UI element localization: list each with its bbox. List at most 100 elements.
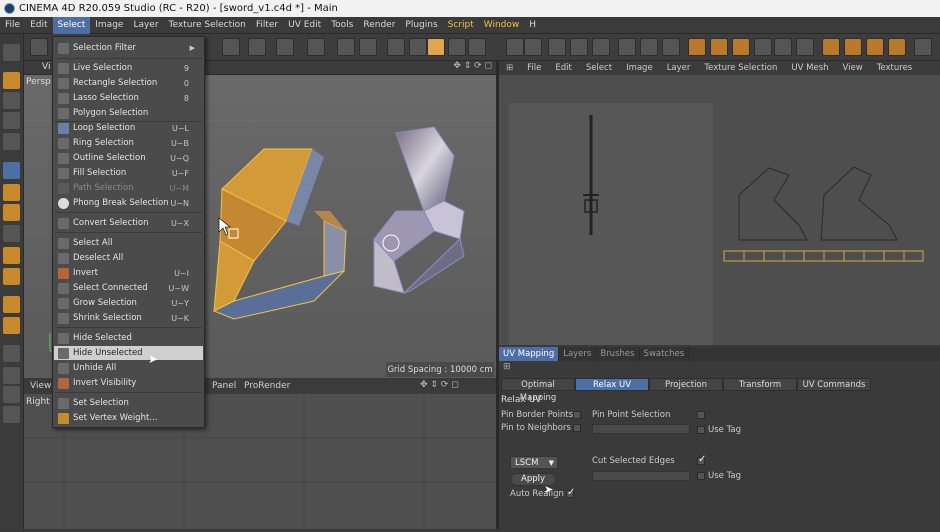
menu-item-polygon-selection[interactable]: Polygon Selection <box>54 106 203 120</box>
uv-transform-icon[interactable] <box>548 38 566 56</box>
model-mode-icon[interactable] <box>387 38 405 56</box>
subtab-relax-uv[interactable]: Relax UV <box>575 378 649 391</box>
align-center-icon[interactable] <box>710 38 728 56</box>
uv-grid-icon[interactable]: ⊞ <box>499 63 520 73</box>
panel-grid-icon[interactable]: ⊞ <box>503 362 511 372</box>
uv-polygon-icon[interactable] <box>448 38 466 56</box>
bottom-viewport-nav-icons[interactable]: ✥ ⇕ ⟳ ◻ <box>420 380 459 390</box>
viewport-nav-icons[interactable]: ✥ ⇕ ⟳ ◻ <box>453 61 492 71</box>
eyedropper-icon[interactable] <box>3 345 20 362</box>
menu-item-set-selection[interactable]: Set Selection <box>54 396 203 410</box>
menu-select[interactable]: Select <box>52 16 91 34</box>
menu-item-loop-selection[interactable]: Loop Selection U~L <box>54 121 203 135</box>
menu-item-lasso-selection[interactable]: Lasso Selection 8 <box>54 91 203 105</box>
subtab-uv-commands[interactable]: UV Commands <box>797 378 871 391</box>
uv-align-icon[interactable] <box>640 38 658 56</box>
live-select-icon[interactable] <box>3 112 20 129</box>
menu-script[interactable]: Script <box>443 17 479 34</box>
menu-item-select-connected[interactable]: Select Connected U~W <box>54 281 203 295</box>
tab-swatches[interactable]: Swatches <box>640 347 690 361</box>
smudge-icon[interactable] <box>3 268 20 285</box>
distribute-space-icon[interactable] <box>866 38 884 56</box>
uv-close-icon[interactable] <box>662 38 680 56</box>
pin-border-points-checkbox[interactable] <box>573 411 581 419</box>
use-tag-checkbox[interactable] <box>697 426 705 434</box>
menu-plugins[interactable]: Plugins <box>400 17 442 34</box>
menu-item-outline-selection[interactable]: Outline Selection U~Q <box>54 151 203 165</box>
box-select-icon[interactable] <box>3 92 20 109</box>
bottom-menu-panel[interactable]: Panel <box>212 381 236 391</box>
menu-item-convert-selection[interactable]: Convert Selection U~X <box>54 216 203 230</box>
checker-icon[interactable] <box>506 38 524 56</box>
gradient-icon[interactable] <box>3 225 20 242</box>
menu-item-fill-selection[interactable]: Fill Selection U~F <box>54 166 203 180</box>
menu-item-hide-selected[interactable]: Hide Selected <box>54 331 203 345</box>
add-object-icon[interactable] <box>3 72 20 89</box>
stack-icon[interactable] <box>888 38 906 56</box>
menu-image[interactable]: Image <box>90 17 128 34</box>
viewport-menu-view[interactable]: Vi <box>42 62 50 72</box>
snap-icon[interactable] <box>337 38 355 56</box>
magnet-icon[interactable] <box>3 367 20 384</box>
uv-menu-layer[interactable]: Layer <box>660 63 698 73</box>
uv-menu-uv-mesh[interactable]: UV Mesh <box>784 63 835 73</box>
text-icon[interactable] <box>3 296 20 313</box>
selection-filter-item[interactable]: Selection Filter ▶ <box>54 41 203 55</box>
uv-menu-file[interactable]: File <box>520 63 548 73</box>
uv-pack-icon[interactable] <box>914 38 932 56</box>
undo-icon[interactable] <box>30 38 48 56</box>
tab-layers[interactable]: Layers <box>559 347 597 361</box>
distribute-v-icon[interactable] <box>844 38 862 56</box>
star-icon[interactable] <box>3 317 20 334</box>
auto-realign-checkbox[interactable] <box>566 487 575 498</box>
uv-outline-shapes[interactable] <box>738 166 898 241</box>
align-right-icon[interactable] <box>732 38 750 56</box>
layer-tool-icon[interactable] <box>3 406 20 423</box>
render-3d-icon[interactable] <box>248 38 266 56</box>
eraser-icon[interactable] <box>3 204 20 221</box>
sword-uv-island[interactable] <box>583 115 599 235</box>
move-icon[interactable] <box>222 38 240 56</box>
uv-menu-edit[interactable]: Edit <box>548 63 578 73</box>
brush-icon[interactable] <box>3 162 20 179</box>
menu-item-phong-break-selection[interactable]: Phong Break Selection U~N <box>54 196 203 210</box>
uv-rotate-icon[interactable] <box>592 38 610 56</box>
pin-point-selection-field[interactable] <box>592 424 690 434</box>
pin-to-neighbors-checkbox[interactable] <box>573 424 581 432</box>
use-tag-2-checkbox[interactable] <box>697 472 705 480</box>
menu-item-unhide-all[interactable]: Unhide All <box>54 361 203 375</box>
uv-menu-textures[interactable]: Textures <box>870 63 920 73</box>
menu-texture-selection[interactable]: Texture Selection <box>164 17 251 34</box>
menu-help[interactable]: H <box>524 17 541 34</box>
menu-window[interactable]: Window <box>479 17 525 34</box>
menu-item-deselect-all[interactable]: Deselect All <box>54 251 203 265</box>
subtab-optimal-mapping[interactable]: Optimal Mapping <box>501 378 575 403</box>
menu-item-shrink-selection[interactable]: Shrink Selection U~K <box>54 311 203 325</box>
axis-icon[interactable] <box>307 38 325 56</box>
cut-selected-edges-field[interactable] <box>592 471 690 481</box>
distribute-h-icon[interactable] <box>822 38 840 56</box>
selected-uv-strip[interactable] <box>723 250 924 262</box>
menu-layer[interactable]: Layer <box>128 17 163 34</box>
stamp-icon[interactable] <box>3 184 20 201</box>
menu-item-invert[interactable]: Invert U~I <box>54 266 203 280</box>
align-left-icon[interactable] <box>688 38 706 56</box>
uv-mirror-icon[interactable] <box>754 38 772 56</box>
menu-render[interactable]: Render <box>358 17 400 34</box>
snap-settings-icon[interactable] <box>359 38 377 56</box>
menu-item-ring-selection[interactable]: Ring Selection U~B <box>54 136 203 150</box>
uv-scale-icon[interactable] <box>570 38 588 56</box>
cut-selected-edges-checkbox[interactable] <box>697 454 706 465</box>
uv-menu-image[interactable]: Image <box>619 63 660 73</box>
viewport-camera-label[interactable]: Persp <box>26 77 51 87</box>
menu-item-live-selection[interactable]: Live Selection 9 <box>54 61 203 75</box>
menu-item-invert-visibility[interactable]: Invert Visibility <box>54 376 203 390</box>
subtab-projection[interactable]: Projection <box>649 378 723 391</box>
menu-file[interactable]: File <box>0 17 25 34</box>
menu-item-rectangle-selection[interactable]: Rectangle Selection 0 <box>54 76 203 90</box>
knife-icon[interactable] <box>276 38 294 56</box>
uv-menu-select[interactable]: Select <box>579 63 619 73</box>
menu-filter[interactable]: Filter <box>251 17 283 34</box>
menu-tools[interactable]: Tools <box>326 17 358 34</box>
menu-uv-edit[interactable]: UV Edit <box>283 17 326 34</box>
